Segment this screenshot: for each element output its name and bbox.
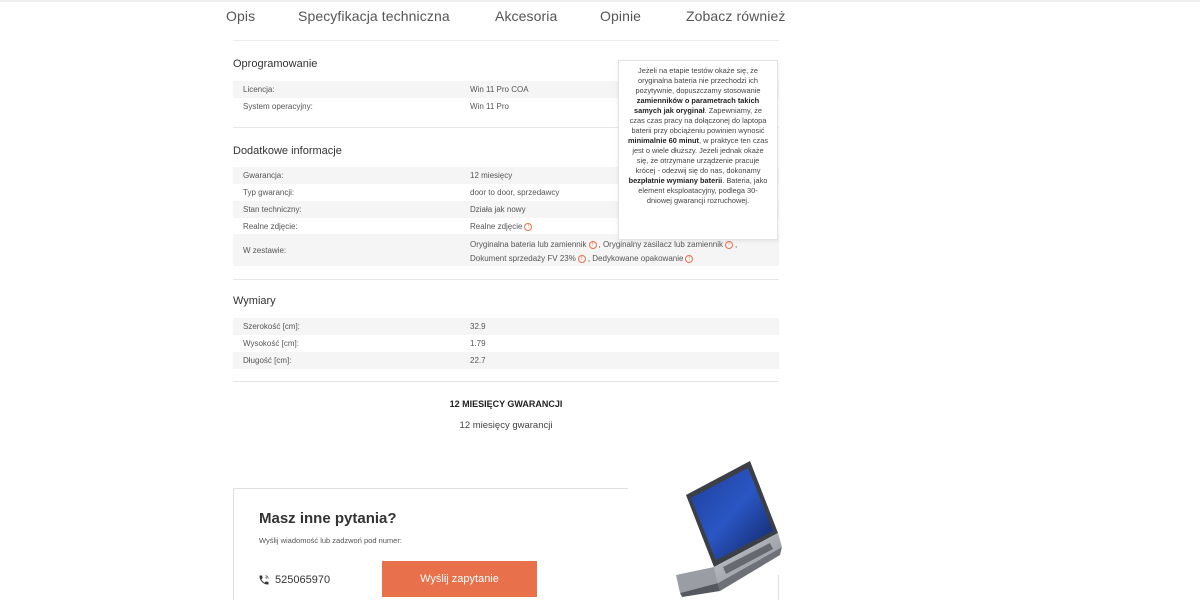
spec-key: Stan techniczny: [243, 205, 302, 214]
section-title-dimensions: Wymiary [233, 295, 276, 307]
spec-key: Gwarancja: [243, 171, 284, 180]
divider [233, 40, 779, 41]
tab-opis[interactable]: Opis [226, 8, 255, 24]
phone-number[interactable]: 525065970 [275, 574, 330, 586]
set-item-battery: Oryginalna bateria lub zamiennik [470, 240, 587, 249]
spec-value: Win 11 Pro COA [470, 85, 529, 94]
info-icon[interactable]: ! [577, 254, 586, 263]
set-item-package: , Dedykowane opakowanie [587, 254, 684, 263]
tab-akcesoria[interactable]: Akcesoria [495, 8, 557, 24]
set-item-comma: , [735, 240, 738, 249]
spec-value: door to door, sprzedawcy [470, 188, 560, 197]
tooltip-bold: minimalnie 60 minut [627, 136, 700, 145]
top-border [0, 0, 1200, 2]
spec-value: 12 miesięcy [470, 171, 513, 180]
spec-key: System operacyjny: [243, 102, 313, 111]
spec-key: Wysokość [cm]: [243, 339, 299, 348]
spec-key: Typ gwarancji: [243, 188, 295, 197]
send-inquiry-button[interactable]: Wyślij zapytanie [382, 561, 537, 597]
tab-specyfikacja[interactable]: Specyfikacja techniczna [298, 8, 450, 24]
spec-value: 22.7 [470, 356, 486, 365]
divider [778, 575, 779, 600]
spec-value: Realne zdjęcie! [470, 222, 534, 231]
spec-value: Oryginalna bateria lub zamiennik!, Orygi… [470, 238, 737, 266]
spec-key: W zestawie: [243, 246, 287, 255]
laptop-image [628, 455, 788, 600]
warranty-text: 12 miesięcy gwarancji [459, 420, 553, 431]
spec-value: 1.79 [470, 339, 486, 348]
spec-row: Wysokość [cm]: 1.79 [233, 335, 779, 352]
tab-zobacz-rowniez[interactable]: Zobacz również [686, 8, 785, 24]
info-icon[interactable]: ! [685, 254, 694, 263]
tooltip-bold: bezpłatnie wymiany baterii [628, 176, 723, 185]
spec-value: Win 11 Pro [470, 102, 509, 111]
spec-key: Licencja: [243, 85, 275, 94]
spec-key: Długość [cm]: [243, 356, 292, 365]
warranty-heading: 12 MIESIĘCY GWARANCJI [449, 399, 563, 409]
spec-row: Szerokość [cm]: 32.9 [233, 318, 779, 335]
contact-box: Masz inne pytania? Wyślij wiadomość lub … [233, 488, 628, 600]
divider [233, 381, 779, 382]
spec-row: Długość [cm]: 22.7 [233, 352, 779, 369]
info-icon[interactable]: ! [588, 240, 597, 249]
contact-subtitle: Wyślij wiadomość lub zadzwoń pod numer: [259, 536, 402, 545]
battery-tooltip: Jeżeli na etapie testów okaże się, że or… [618, 60, 778, 240]
section-title-software: Oprogramowanie [233, 58, 318, 70]
section-title-additional: Dodatkowe informacje [233, 145, 342, 157]
contact-title: Masz inne pytania? [259, 510, 397, 527]
set-item-charger: , Oryginalny zasilacz lub zamiennik [598, 240, 724, 249]
info-icon[interactable]: ! [725, 240, 734, 249]
info-icon[interactable]: ! [524, 222, 533, 231]
set-item-invoice: Dokument sprzedaży FV 23% [470, 254, 576, 263]
spec-key: Szerokość [cm]: [243, 322, 300, 331]
divider [233, 279, 779, 280]
spec-value: 32.9 [470, 322, 486, 331]
spec-value: Działa jak nowy [470, 205, 526, 214]
tooltip-text: Jeżeli na etapie testów okaże się, że or… [635, 66, 761, 95]
tab-opinie[interactable]: Opinie [600, 8, 641, 24]
real-photo-label: Realne zdjęcie [470, 222, 523, 231]
phone-icon [259, 575, 269, 585]
spec-key: Realne zdjęcie: [243, 222, 298, 231]
